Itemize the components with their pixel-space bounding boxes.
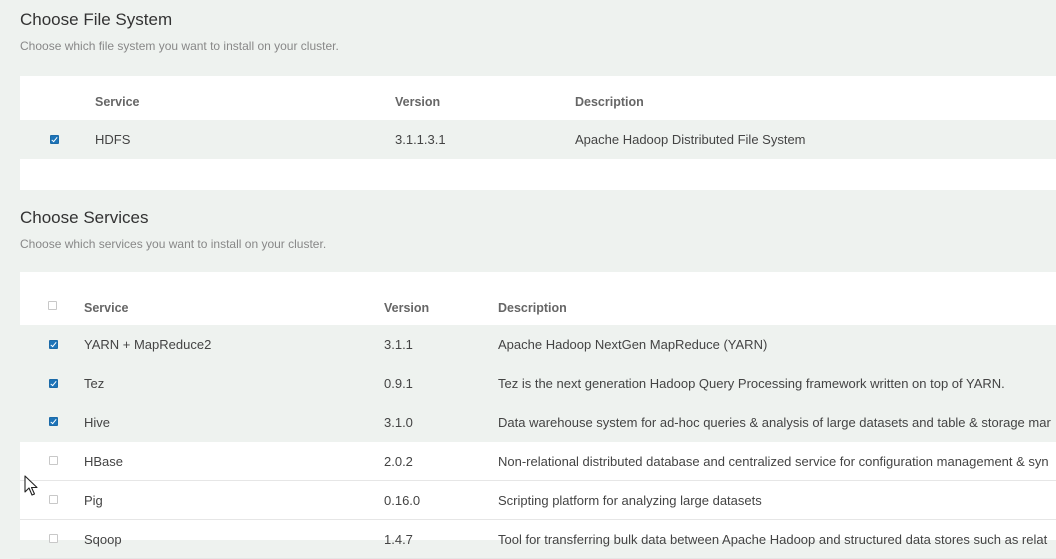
service-name: YARN + MapReduce2 [84, 337, 212, 352]
hive-checkbox[interactable] [49, 417, 58, 426]
service-row-tez[interactable]: Tez 0.9.1 Tez is the next generation Had… [20, 364, 1056, 403]
service-name: Sqoop [84, 531, 122, 547]
service-version: 1.4.7 [384, 531, 413, 547]
service-name: Pig [84, 492, 103, 508]
service-name: HBase [84, 453, 124, 469]
column-header-version[interactable]: Version [395, 88, 440, 116]
services-title: Choose Services [20, 208, 149, 227]
service-description: Tool for transferring bulk data between … [498, 531, 1048, 547]
column-header-service[interactable]: Service [84, 294, 128, 322]
service-name: HDFS [95, 132, 131, 147]
service-description: Apache Hadoop Distributed File System [575, 132, 806, 147]
service-description: Apache Hadoop NextGen MapReduce (YARN) [498, 337, 768, 352]
file-system-row-hdfs[interactable]: HDFS 3.1.1.3.1 Apache Hadoop Distributed… [20, 120, 1056, 159]
mouse-pointer-icon [24, 475, 38, 496]
service-description: Non-relational distributed database and … [498, 453, 1049, 469]
pig-checkbox[interactable] [49, 495, 58, 504]
services-header-row: Service Version Description [20, 294, 1056, 322]
column-header-description[interactable]: Description [498, 294, 567, 322]
file-system-header-row: Service Version Description [20, 88, 1056, 116]
yarn-checkbox[interactable] [49, 340, 58, 349]
service-version: 0.9.1 [384, 376, 413, 391]
select-all-checkbox[interactable] [48, 301, 57, 310]
hdfs-checkbox[interactable] [50, 135, 59, 144]
service-version: 3.1.1.3.1 [395, 132, 446, 147]
tez-checkbox[interactable] [49, 379, 58, 388]
service-row-hbase[interactable]: HBase 2.0.2 Non-relational distributed d… [20, 442, 1056, 481]
sqoop-checkbox[interactable] [49, 534, 58, 543]
service-version: 3.1.0 [384, 415, 413, 430]
file-system-subtitle: Choose which file system you want to ins… [20, 39, 339, 53]
service-row-yarn[interactable]: YARN + MapReduce2 3.1.1 Apache Hadoop Ne… [20, 325, 1056, 364]
column-header-description[interactable]: Description [575, 88, 644, 116]
service-description: Tez is the next generation Hadoop Query … [498, 376, 1005, 391]
column-header-service[interactable]: Service [95, 88, 139, 116]
service-version: 0.16.0 [384, 492, 421, 508]
service-description: Data warehouse system for ad-hoc queries… [498, 415, 1051, 430]
hbase-checkbox[interactable] [49, 456, 58, 465]
service-name: Tez [84, 376, 105, 391]
column-header-version[interactable]: Version [384, 294, 429, 322]
service-version: 3.1.1 [384, 337, 413, 352]
services-subtitle: Choose which services you want to instal… [20, 237, 327, 251]
service-row-pig[interactable]: Pig 0.16.0 Scripting platform for analyz… [20, 481, 1056, 520]
service-version: 2.0.2 [384, 453, 413, 469]
service-name: Hive [84, 415, 111, 430]
service-row-hive[interactable]: Hive 3.1.0 Data warehouse system for ad-… [20, 403, 1056, 442]
file-system-title: Choose File System [20, 10, 173, 29]
service-description: Scripting platform for analyzing large d… [498, 492, 762, 508]
